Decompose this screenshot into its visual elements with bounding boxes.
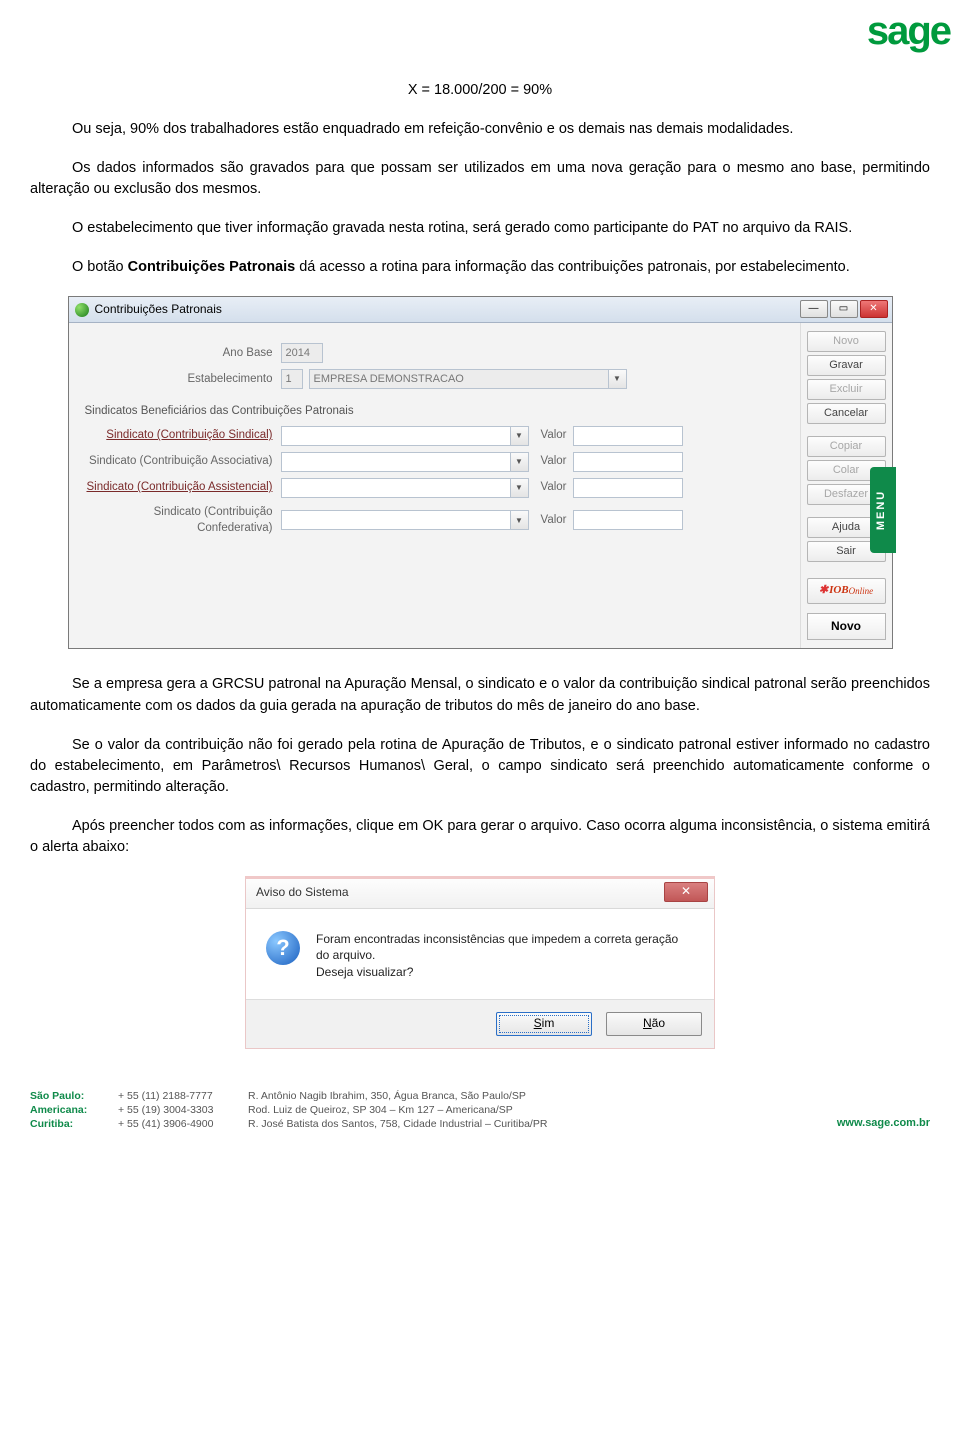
paragraph-6: Se o valor da contribuição não foi gerad…	[30, 735, 930, 798]
novo-button[interactable]: Novo	[807, 331, 886, 352]
p4-pre: O botão	[72, 259, 128, 275]
valor-confederativa-input[interactable]	[573, 510, 683, 530]
sage-logo: sage	[867, 2, 950, 60]
excluir-button[interactable]: Excluir	[807, 379, 886, 400]
paragraph-3-text: O estabelecimento que tiver informação g…	[72, 220, 852, 236]
contribuicoes-window: Contribuições Patronais — ▭ ✕ Ano Base E…	[68, 296, 893, 649]
footer-website[interactable]: www.sage.com.br	[837, 1116, 930, 1132]
p4-post: dá acesso a rotina para informação das c…	[295, 259, 850, 275]
minimize-button[interactable]: —	[800, 300, 828, 318]
aviso-dialog: Aviso do Sistema ✕ ? Foram encontradas i…	[245, 876, 715, 1049]
footer-city-am: Americana:	[30, 1103, 118, 1117]
paragraph-7-text: Após preencher todos com as informações,…	[30, 818, 930, 855]
valor-assistencial-input[interactable]	[573, 478, 683, 498]
chevron-down-icon[interactable]: ▼	[511, 426, 529, 446]
paragraph-2: Os dados informados são gravados para qu…	[30, 158, 930, 200]
footer-phone-sp: + 55 (11) 2188-7777	[118, 1089, 248, 1103]
footer-addr-am: Rod. Luiz de Queiroz, SP 304 – Km 127 – …	[248, 1103, 837, 1117]
dialog-title: Aviso do Sistema	[256, 884, 349, 901]
estabelecimento-label: Estabelecimento	[81, 371, 281, 388]
sindicato-sindical-label[interactable]: Sindicato (Contribuição Sindical)	[81, 427, 281, 444]
chevron-down-icon[interactable]: ▼	[511, 510, 529, 530]
valor-label-1: Valor	[541, 427, 567, 444]
footer-city-sp: São Paulo:	[30, 1089, 118, 1103]
sindicato-confederativa-label: Sindicato (Contribuição Confederativa)	[81, 504, 281, 537]
maximize-button[interactable]: ▭	[830, 300, 858, 318]
sindicato-confederativa-input[interactable]	[281, 510, 511, 530]
close-button[interactable]: ✕	[860, 300, 888, 318]
sindicatos-group-label: Sindicatos Beneficiários das Contribuiçõ…	[85, 403, 788, 420]
app-icon	[75, 303, 89, 317]
valor-label-3: Valor	[541, 479, 567, 496]
footer-city-cu: Curitiba:	[30, 1117, 118, 1131]
equation-text: X = 18.000/200 = 90%	[30, 80, 930, 101]
iob-online-button[interactable]: ✱IOBOnline	[807, 578, 886, 604]
status-label: Novo	[807, 613, 886, 640]
ano-base-input	[281, 343, 323, 363]
valor-label-2: Valor	[541, 453, 567, 470]
footer-phone-am: + 55 (19) 3004-3303	[118, 1103, 248, 1117]
cancelar-button[interactable]: Cancelar	[807, 403, 886, 424]
menu-tab-label: MENU	[875, 490, 891, 530]
paragraph-7: Após preencher todos com as informações,…	[30, 816, 930, 858]
paragraph-4: O botão Contribuições Patronais dá acess…	[30, 257, 930, 278]
paragraph-6-text: Se o valor da contribuição não foi gerad…	[30, 737, 930, 795]
sindicato-associativa-input[interactable]	[281, 452, 511, 472]
dialog-titlebar: Aviso do Sistema ✕	[246, 879, 714, 909]
chevron-down-icon[interactable]: ▼	[511, 452, 529, 472]
paragraph-1-text: Ou seja, 90% dos trabalhadores estão enq…	[72, 121, 793, 137]
paragraph-3: O estabelecimento que tiver informação g…	[30, 218, 930, 239]
copiar-button[interactable]: Copiar	[807, 436, 886, 457]
dialog-close-button[interactable]: ✕	[664, 882, 708, 902]
valor-sindical-input[interactable]	[573, 426, 683, 446]
paragraph-5-text: Se a empresa gera a GRCSU patronal na Ap…	[30, 676, 930, 713]
sindicato-assistencial-input[interactable]	[281, 478, 511, 498]
p4-bold: Contribuições Patronais	[128, 259, 296, 275]
dialog-message-line1: Foram encontradas inconsistências que im…	[316, 931, 694, 965]
nao-button[interactable]: Não	[606, 1012, 702, 1036]
sindicato-assistencial-label[interactable]: Sindicato (Contribuição Assistencial)	[81, 479, 281, 496]
dialog-message-line2: Deseja visualizar?	[316, 964, 694, 981]
valor-associativa-input[interactable]	[573, 452, 683, 472]
question-icon: ?	[266, 931, 300, 965]
estabelecimento-code-input	[281, 369, 303, 389]
menu-side-tab[interactable]: MENU	[870, 467, 896, 553]
footer-addr-sp: R. Antônio Nagib Ibrahim, 350, Água Bran…	[248, 1089, 837, 1103]
paragraph-5: Se a empresa gera a GRCSU patronal na Ap…	[30, 674, 930, 716]
chevron-down-icon[interactable]: ▼	[511, 478, 529, 498]
ano-base-label: Ano Base	[81, 345, 281, 362]
valor-label-4: Valor	[541, 512, 567, 529]
estabelecimento-name-input	[309, 369, 609, 389]
gravar-button[interactable]: Gravar	[807, 355, 886, 376]
footer-addr-cu: R. José Batista dos Santos, 758, Cidade …	[248, 1117, 837, 1131]
window-titlebar: Contribuições Patronais — ▭ ✕	[69, 297, 892, 323]
sim-button[interactable]: Sim	[496, 1012, 592, 1036]
page-footer: São Paulo: Americana: Curitiba: + 55 (11…	[30, 1089, 930, 1132]
estabelecimento-dropdown-icon[interactable]: ▼	[609, 369, 627, 389]
sindicato-associativa-label: Sindicato (Contribuição Associativa)	[81, 453, 281, 470]
sindicato-sindical-input[interactable]	[281, 426, 511, 446]
paragraph-1: Ou seja, 90% dos trabalhadores estão enq…	[30, 119, 930, 140]
paragraph-2-text: Os dados informados são gravados para qu…	[30, 160, 930, 197]
footer-phone-cu: + 55 (41) 3906-4900	[118, 1117, 248, 1131]
window-title: Contribuições Patronais	[95, 301, 222, 318]
